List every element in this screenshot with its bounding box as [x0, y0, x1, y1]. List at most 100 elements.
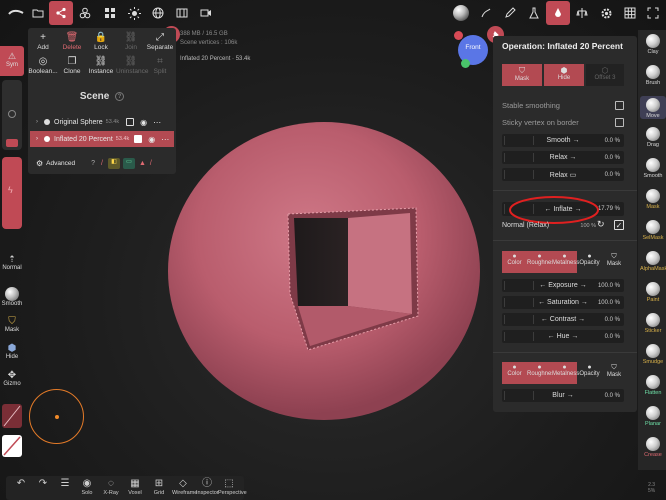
uninstance-button[interactable]: ⛓ Uninstance [116, 56, 149, 75]
scene-grid-icon[interactable] [618, 1, 642, 25]
viewport-model[interactable] [160, 118, 486, 428]
help-circle-icon[interactable]: ? [91, 160, 95, 167]
scale-icon[interactable] [570, 1, 594, 25]
tool-sticker[interactable]: Sticker [640, 313, 666, 334]
exposure-slider[interactable]: ← Exposure → 100.0 % [502, 279, 624, 292]
contrast-slider[interactable]: ← Contrast → 0.0 % [502, 313, 624, 326]
normal-toggle[interactable]: ⇡ Normal [0, 254, 24, 271]
sticky-vertex-row[interactable]: Sticky vertex on border [502, 118, 624, 127]
settings-gear-icon[interactable] [594, 1, 618, 25]
instance-button[interactable]: ⛓ Instance [86, 56, 116, 75]
tool-smudge[interactable]: Smudge [640, 344, 666, 365]
dropper-icon[interactable] [546, 1, 570, 25]
view-cube[interactable]: Front [454, 31, 488, 68]
camera-marker-icon[interactable]: ◧ [107, 157, 120, 169]
paint-mask-tab[interactable]: ⛉ Mask [602, 251, 626, 273]
expand-arrow-icon[interactable]: › [30, 119, 44, 125]
offset-tab[interactable]: ⬡ Offset 3 [586, 64, 624, 86]
relax-slider[interactable]: Relax → 0.0 % [502, 151, 624, 164]
camera-joystick[interactable] [29, 389, 84, 444]
hue-slider[interactable]: ← Hue → 0.0 % [502, 330, 624, 343]
blur-roughness-tab[interactable]: ● Roughness [527, 362, 557, 384]
delete-button[interactable]: 🗑 Delete [57, 32, 87, 51]
stable-smoothing-row[interactable]: Stable smoothing [502, 101, 624, 110]
sun-icon[interactable] [122, 1, 146, 25]
tool-selmask[interactable]: SelMask [640, 220, 666, 241]
solo-button[interactable]: ◉ Solo [76, 478, 98, 496]
slash-2-icon[interactable]: / [150, 160, 152, 167]
normal-relax-checkbox[interactable]: ✓ [614, 220, 624, 230]
relax-2-slider[interactable]: Relax ▭ 0.0 % [502, 168, 624, 181]
tool-alphamask[interactable]: AlphaMask [640, 251, 666, 272]
expand-arrow-icon[interactable]: › [30, 136, 44, 142]
mask-tab[interactable]: ⛉ Mask [502, 64, 542, 86]
saturation-slider[interactable]: ← Saturation → 100.0 % [502, 296, 624, 309]
bottom-action-1-button[interactable]: ↷ [32, 478, 54, 490]
gear-icon[interactable]: ⚙ [36, 159, 43, 168]
globe-icon[interactable] [146, 1, 170, 25]
blur-slider[interactable]: Blur → 0.0 % [502, 389, 624, 402]
pen-icon[interactable] [498, 1, 522, 25]
advanced-button[interactable]: Advanced [46, 160, 75, 167]
app-logo-icon[interactable] [4, 1, 28, 25]
blur-mask-tab[interactable]: ⛉ Mask [602, 362, 626, 384]
grid-button[interactable]: ⊞ Grid [148, 478, 170, 496]
paint-metalness-tab[interactable]: ● Metalness [552, 251, 579, 273]
scene-item-original-sphere[interactable]: › Original Sphere 53.4k ◉ ⋯ [30, 114, 174, 130]
boolean-button[interactable]: ◎ Boolean... [28, 56, 58, 75]
sticky-vertex-checkbox[interactable] [615, 118, 624, 127]
wireframe-button[interactable]: ◇ Wireframe [172, 478, 197, 496]
tool-drag[interactable]: Drag [640, 127, 666, 148]
scene-item-inflated[interactable]: › Inflated 20 Percent 53.4k ◉ ⋯ [30, 131, 174, 147]
lock-button[interactable]: 🔒 Lock [86, 32, 116, 51]
folder-icon[interactable] [26, 1, 50, 25]
film-icon[interactable] [170, 1, 194, 25]
tool-move[interactable]: Move [640, 96, 666, 119]
stable-smoothing-checkbox[interactable] [615, 101, 624, 110]
normal-relax-row[interactable]: Normal (Relax) 100 % [502, 219, 596, 232]
help-icon[interactable]: ? [115, 91, 125, 101]
smooth-shortcut[interactable]: Smooth [0, 287, 24, 307]
hide-shortcut[interactable]: ⬢ Hide [0, 343, 24, 360]
material-swatch[interactable] [2, 404, 22, 428]
slash-icon[interactable]: / [101, 160, 103, 167]
paint-color-tab[interactable]: ● Color [502, 251, 527, 273]
tool-smooth[interactable]: Smooth [640, 158, 666, 179]
radius-slider[interactable] [2, 80, 22, 150]
camera-icon[interactable]: ▭ [122, 157, 135, 169]
visibility-checkbox[interactable] [126, 118, 135, 126]
bottom-action-0-button[interactable]: ↶ [10, 478, 32, 490]
bottom-action-2-button[interactable]: ☰ [54, 478, 76, 490]
fullscreen-icon[interactable] [641, 1, 665, 25]
tool-brush[interactable]: Brush [640, 65, 666, 86]
tool-crease[interactable]: Crease [640, 437, 666, 458]
video-icon[interactable] [194, 1, 218, 25]
blur-color-tab[interactable]: ● Color [502, 362, 527, 384]
material-sphere-icon[interactable] [449, 1, 473, 25]
perspective-button[interactable]: ⬚ Perspective [218, 478, 247, 496]
flask-icon[interactable] [522, 1, 546, 25]
visibility-checkbox[interactable] [134, 135, 143, 143]
reset-icon[interactable]: ↻ [597, 219, 605, 230]
triangle-icon[interactable]: ▲ [139, 160, 146, 167]
join-button[interactable]: ⛓ Join [116, 32, 146, 51]
tool-clay[interactable]: Clay [640, 34, 666, 55]
split-button[interactable]: ⌗ Split [145, 56, 175, 75]
color-swatch[interactable] [2, 435, 22, 457]
share-nodes-icon[interactable] [49, 1, 73, 25]
gizmo-shortcut[interactable]: ✥ Gizmo [0, 370, 24, 387]
tool-mask[interactable]: Mask [640, 189, 666, 210]
symmetry-button[interactable]: ⚠ Sym [0, 46, 24, 76]
intensity-slider[interactable]: ϟ [2, 157, 22, 229]
paint-roughness-tab[interactable]: ● Roughness [527, 251, 557, 273]
eye-icon[interactable]: ◉ [140, 118, 147, 127]
smooth-slider[interactable]: Smooth → 0.0 % [502, 134, 624, 147]
voxel-button[interactable]: ▦ Voxel [124, 478, 146, 496]
separate-button[interactable]: ⤢ Separate [145, 32, 175, 51]
x-ray-button[interactable]: ◌ X-Ray [100, 478, 122, 496]
hide-tab[interactable]: ⬢ Hide [544, 64, 584, 86]
add-button[interactable]: + Add [28, 32, 58, 51]
grid-icon[interactable] [98, 1, 122, 25]
blur-opacity-tab[interactable]: ● Opacity [577, 362, 602, 384]
mask-shortcut[interactable]: ⛉ Mask [0, 316, 24, 333]
